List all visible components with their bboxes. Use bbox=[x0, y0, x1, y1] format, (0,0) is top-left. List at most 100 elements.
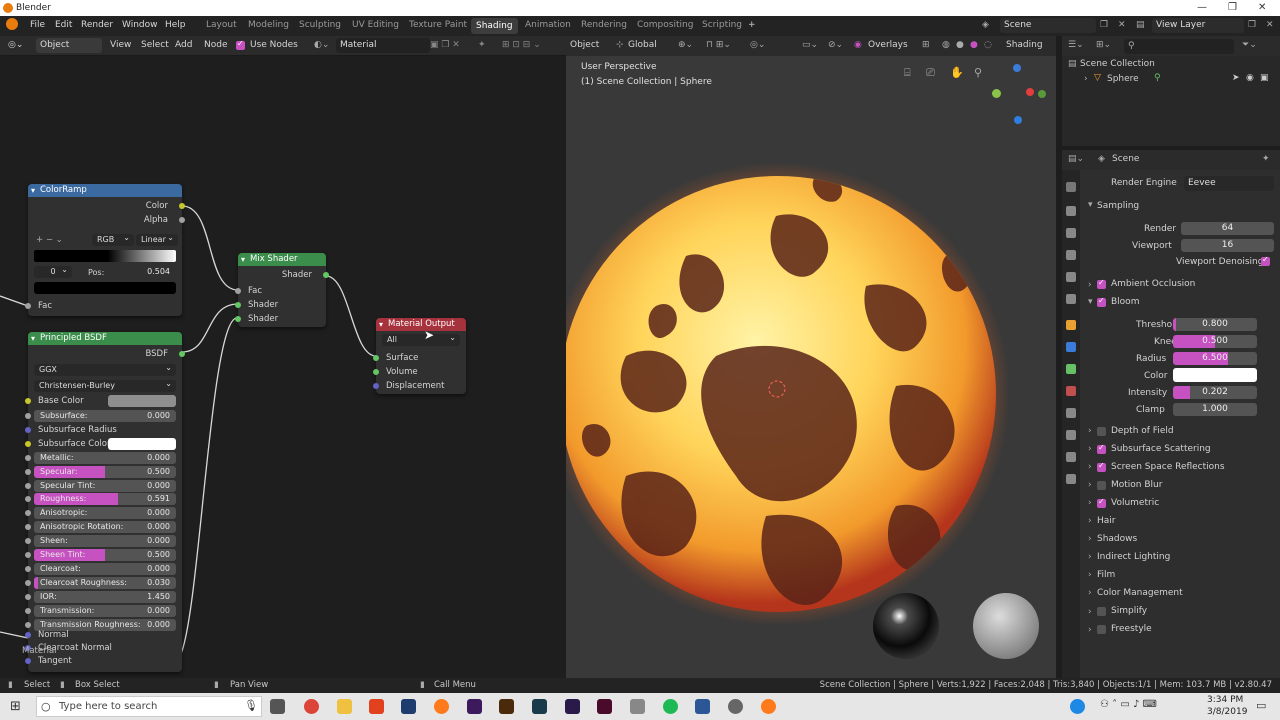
taskbar-time[interactable]: 3:34 PM bbox=[1207, 695, 1243, 705]
bsdf-input-slider[interactable]: Metallic: 0.000 bbox=[34, 451, 176, 464]
property-section-header[interactable]: Hair bbox=[1097, 516, 1115, 526]
ambient-occlusion-checkbox[interactable] bbox=[1097, 278, 1106, 289]
output-target-dropdown[interactable]: All bbox=[382, 332, 460, 346]
bsdf-input-socket[interactable] bbox=[25, 593, 31, 600]
bsdf-input-socket[interactable] bbox=[25, 496, 31, 503]
interpolation-dropdown[interactable]: Linear bbox=[136, 232, 178, 246]
illustrator-icon[interactable] bbox=[499, 699, 514, 714]
material-sphere-icon[interactable]: ◐⌄ bbox=[314, 40, 329, 50]
bsdf-input-socket[interactable] bbox=[25, 607, 31, 614]
shading-solid-icon[interactable]: ● bbox=[956, 40, 964, 50]
gizmo-y-axis[interactable] bbox=[992, 89, 1001, 98]
subsurface-method-dropdown[interactable]: Christensen-Burley bbox=[34, 378, 176, 392]
app-icon-gray[interactable] bbox=[630, 699, 645, 714]
outliner-sphere-item[interactable]: Sphere bbox=[1107, 74, 1139, 84]
bsdf-input-slider[interactable]: Sheen Tint: 0.500 bbox=[34, 549, 176, 561]
help-icon[interactable] bbox=[1070, 699, 1085, 714]
notifications-icon[interactable]: ▭ bbox=[1256, 699, 1266, 712]
panel-checkbox[interactable] bbox=[1097, 461, 1106, 472]
radius-slider[interactable]: 6.500 bbox=[1173, 352, 1257, 365]
fac-input-socket[interactable] bbox=[25, 303, 31, 309]
effect-panel-header[interactable]: Subsurface Scattering bbox=[1111, 444, 1211, 454]
overlays-icon[interactable]: ◉ bbox=[854, 40, 862, 50]
shading-material-icon[interactable]: ● bbox=[970, 40, 978, 50]
color-mode-dropdown[interactable]: RGB bbox=[92, 232, 134, 246]
material-output-node[interactable]: Material Output All Surface Volume Displ… bbox=[373, 318, 466, 394]
threshold-slider[interactable]: 0.800 bbox=[1173, 318, 1257, 331]
taskbar-search[interactable]: Type here to search bbox=[36, 696, 262, 717]
mix-shader2-socket[interactable] bbox=[235, 316, 241, 322]
bsdf-input-socket[interactable] bbox=[25, 538, 31, 545]
bloom-checkbox[interactable] bbox=[1097, 296, 1106, 307]
bsdf-input-slider[interactable]: Transmission Roughness: 0.000 bbox=[34, 618, 176, 631]
fake-user-icon[interactable]: ▣ ❐ ✕ bbox=[430, 40, 460, 50]
bloom-color-swatch[interactable] bbox=[1173, 368, 1257, 382]
gizmo-z-axis[interactable] bbox=[1013, 64, 1021, 72]
bsdf-input-socket[interactable] bbox=[25, 621, 31, 628]
color-output-socket[interactable] bbox=[179, 203, 185, 209]
camera-view-icon[interactable]: ⌸ bbox=[904, 66, 911, 80]
effect-panel-header[interactable]: Depth of Field bbox=[1111, 426, 1174, 436]
view-layer-field[interactable]: View Layer bbox=[1152, 18, 1244, 33]
constraints-tab-icon[interactable] bbox=[1066, 430, 1076, 440]
gizmo-x-axis[interactable] bbox=[1026, 88, 1034, 96]
material-field[interactable]: Material bbox=[336, 38, 430, 53]
render-tab-icon[interactable] bbox=[1066, 206, 1076, 216]
sampling-expand-icon[interactable]: ▾ bbox=[1088, 200, 1093, 210]
displacement-socket[interactable] bbox=[373, 383, 379, 389]
freestyle-checkbox[interactable] bbox=[1097, 625, 1106, 634]
menu-help[interactable]: Help bbox=[165, 20, 186, 30]
simplify-expand-icon[interactable]: › bbox=[1088, 607, 1092, 617]
properties-editor-icon[interactable]: ▤⌄ bbox=[1068, 154, 1084, 164]
gizmo-neg-z-axis[interactable] bbox=[1014, 116, 1022, 124]
mix-shader1-socket[interactable] bbox=[235, 302, 241, 308]
bsdf-input-slider[interactable]: Specular Tint: 0.000 bbox=[34, 479, 176, 492]
word-icon[interactable] bbox=[695, 699, 710, 714]
bsdf-input-slider[interactable]: Sheen: 0.000 bbox=[34, 535, 176, 548]
render-samples-field[interactable]: 64 bbox=[1181, 222, 1274, 235]
blender-menu-icon[interactable] bbox=[6, 18, 18, 30]
effect-panel-header[interactable]: Screen Space Reflections bbox=[1111, 462, 1225, 472]
mesh-data-tab-icon[interactable] bbox=[1066, 364, 1076, 374]
minimize-icon[interactable]: — bbox=[1197, 2, 1207, 13]
texture-tab-icon[interactable] bbox=[1066, 408, 1076, 418]
xray-icon[interactable]: ⊞ bbox=[922, 40, 930, 50]
snap-magnet-icon[interactable]: ⊓ ⊞⌄ bbox=[706, 40, 731, 50]
freestyle-expand-icon[interactable]: › bbox=[1088, 625, 1092, 635]
restore-icon[interactable]: ❐ bbox=[1228, 2, 1237, 13]
tab-animation[interactable]: Animation bbox=[525, 20, 571, 30]
menu-edit[interactable]: Edit bbox=[55, 20, 72, 30]
microphone-icon[interactable]: 🎙 bbox=[244, 699, 258, 712]
surface-socket[interactable] bbox=[373, 355, 379, 361]
panel-checkbox[interactable] bbox=[1097, 427, 1106, 436]
bsdf-input-slider[interactable]: IOR: 1.450 bbox=[34, 590, 176, 603]
panel-checkbox[interactable] bbox=[1097, 497, 1106, 508]
bsdf-input-slider[interactable]: Roughness: 0.591 bbox=[34, 493, 176, 506]
select-arrow-icon[interactable]: ➤ bbox=[1232, 73, 1240, 83]
tab-compositing[interactable]: Compositing bbox=[637, 20, 693, 30]
principled-bsdf-title[interactable]: Principled BSDF bbox=[28, 332, 182, 345]
task-view-icon[interactable] bbox=[270, 699, 285, 714]
bsdf-input-socket[interactable] bbox=[25, 426, 31, 433]
proportional-edit-icon[interactable]: ◎⌄ bbox=[750, 40, 765, 50]
pan-hand-icon[interactable]: ✋ bbox=[950, 66, 964, 79]
bsdf-input-socket[interactable] bbox=[25, 524, 31, 531]
material-output-title[interactable]: Material Output bbox=[376, 318, 466, 331]
subsurface-color-swatch[interactable] bbox=[108, 437, 176, 450]
scene-field[interactable]: Scene bbox=[1000, 18, 1096, 33]
base-color-swatch[interactable] bbox=[108, 395, 176, 407]
property-section-header[interactable]: Color Management bbox=[1097, 588, 1183, 598]
premiere-icon[interactable] bbox=[565, 699, 580, 714]
editor-type-icon[interactable]: ◎⌄ bbox=[8, 40, 23, 50]
distribution-dropdown[interactable]: GGX bbox=[34, 362, 176, 376]
freestyle-panel[interactable]: Freestyle bbox=[1111, 624, 1152, 634]
tab-shading[interactable]: Shading bbox=[471, 18, 518, 34]
stop-index-field[interactable]: 0 bbox=[34, 264, 72, 278]
overlays-dropdown[interactable]: Overlays bbox=[868, 40, 908, 50]
gizmo-neg-y-axis[interactable] bbox=[1038, 90, 1046, 98]
app-icon-red[interactable] bbox=[369, 699, 384, 714]
use-nodes-checkbox[interactable] bbox=[236, 39, 245, 50]
particles-tab-icon[interactable] bbox=[1066, 474, 1076, 484]
tangent-socket[interactable] bbox=[25, 658, 31, 664]
menu-render[interactable]: Render bbox=[81, 20, 113, 30]
